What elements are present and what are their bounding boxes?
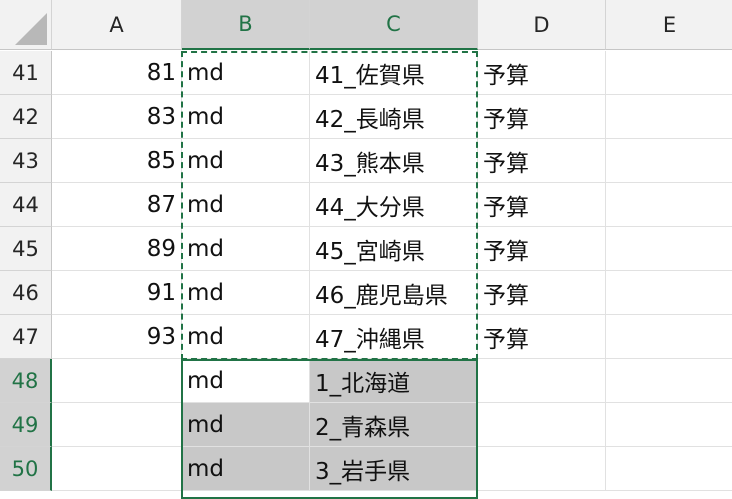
cell-d[interactable]: 予算 [478,51,606,95]
cell-a[interactable] [52,447,182,491]
row-header[interactable]: 41 [0,51,52,95]
cell-d[interactable] [478,359,606,403]
cell-b[interactable]: md [182,315,310,359]
row-header[interactable]: 44 [0,183,52,227]
column-header-c[interactable]: C [310,0,478,50]
cell-b[interactable]: md [182,183,310,227]
row-header[interactable]: 47 [0,315,52,359]
row-header[interactable]: 48 [0,359,52,403]
cell-e[interactable] [606,227,732,271]
cell-d[interactable]: 予算 [478,95,606,139]
select-all-triangle-icon [15,13,47,45]
row-header[interactable]: 43 [0,139,52,183]
cell-e[interactable] [606,359,732,403]
column-header-a[interactable]: A [52,0,182,50]
cell-d[interactable] [478,447,606,491]
cell-e[interactable] [606,271,732,315]
cell-a[interactable]: 91 [52,271,182,315]
cell-b[interactable]: md [182,95,310,139]
row-header[interactable]: 46 [0,271,52,315]
column-header-b[interactable]: B [182,0,310,50]
cell-c[interactable]: 3_岩手県 [310,447,478,491]
column-header-d[interactable]: D [478,0,606,50]
row-header[interactable]: 50 [0,447,52,491]
cell-e[interactable] [606,139,732,183]
cell-a[interactable]: 93 [52,315,182,359]
cell-a[interactable]: 83 [52,95,182,139]
cell-a[interactable] [52,403,182,447]
cell-c[interactable]: 2_青森県 [310,403,478,447]
cell-e[interactable] [606,51,732,95]
column-header-e[interactable]: E [606,0,732,50]
cell-e[interactable] [606,315,732,359]
cell-d[interactable]: 予算 [478,315,606,359]
cell-b[interactable]: md [182,359,310,403]
cell-d[interactable]: 予算 [478,183,606,227]
row-header[interactable]: 49 [0,403,52,447]
cell-b[interactable]: md [182,227,310,271]
cell-c[interactable]: 47_沖縄県 [310,315,478,359]
cell-c[interactable]: 44_大分県 [310,183,478,227]
cell-b[interactable]: md [182,139,310,183]
cell-a[interactable]: 85 [52,139,182,183]
cell-b[interactable]: md [182,51,310,95]
cell-c[interactable]: 41_佐賀県 [310,51,478,95]
cell-d[interactable]: 予算 [478,271,606,315]
cell-a[interactable]: 87 [52,183,182,227]
row-header[interactable]: 45 [0,227,52,271]
spreadsheet-grid: A B C D E 41 81 md 41_佐賀県 予算 42 83 md 42_長崎県 予算 43… [0,0,732,499]
cell-d[interactable] [478,403,606,447]
cell-b[interactable]: md [182,447,310,491]
cell-a[interactable] [52,359,182,403]
cell-e[interactable] [606,95,732,139]
cell-b[interactable]: md [182,403,310,447]
cell-a[interactable]: 81 [52,51,182,95]
cell-d[interactable]: 予算 [478,139,606,183]
cell-c[interactable]: 45_宮崎県 [310,227,478,271]
cell-c[interactable]: 1_北海道 [310,359,478,403]
row-header[interactable]: 42 [0,95,52,139]
cell-c[interactable]: 42_長崎県 [310,95,478,139]
cell-d[interactable]: 予算 [478,227,606,271]
cell-b[interactable]: md [182,271,310,315]
cell-e[interactable] [606,403,732,447]
cell-e[interactable] [606,183,732,227]
cell-e[interactable] [606,447,732,491]
cell-c[interactable]: 46_鹿児島県 [310,271,478,315]
cell-a[interactable]: 89 [52,227,182,271]
select-all-corner[interactable] [0,0,52,50]
cell-c[interactable]: 43_熊本県 [310,139,478,183]
